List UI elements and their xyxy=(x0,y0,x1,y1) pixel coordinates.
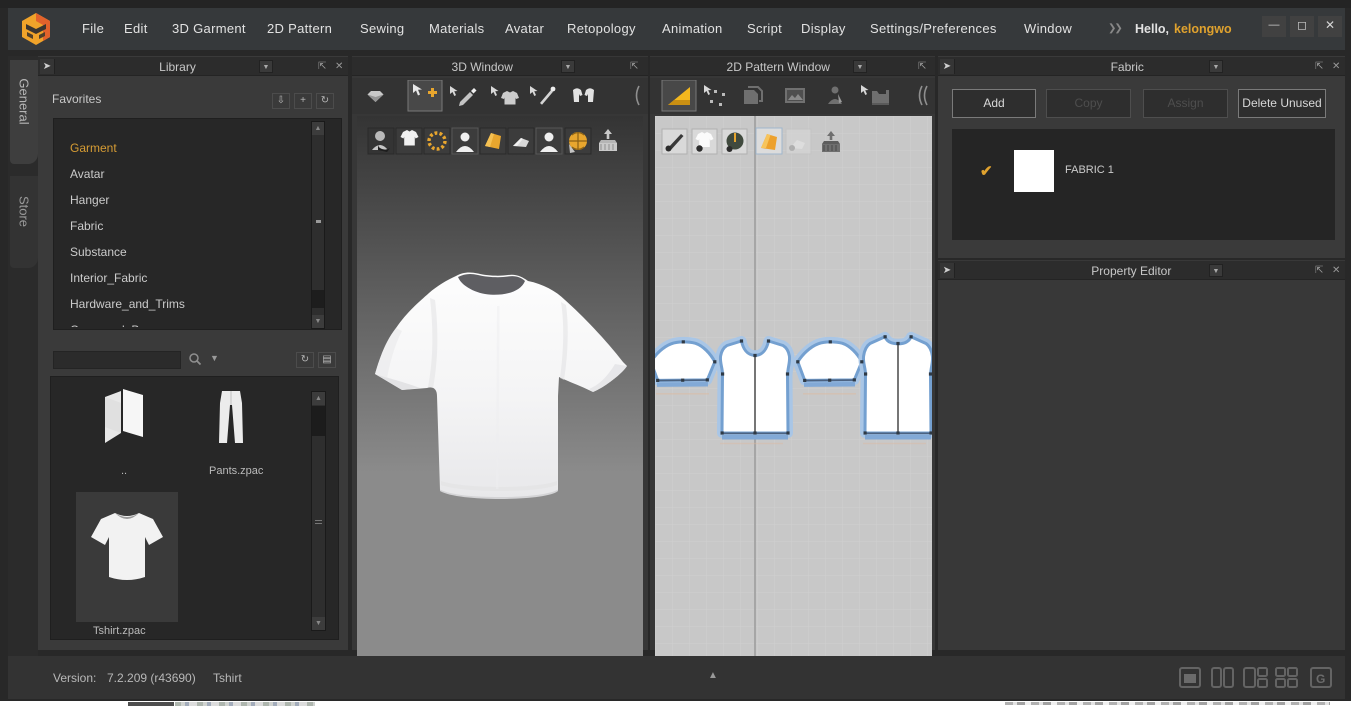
svg-text:G: G xyxy=(1316,672,1325,686)
